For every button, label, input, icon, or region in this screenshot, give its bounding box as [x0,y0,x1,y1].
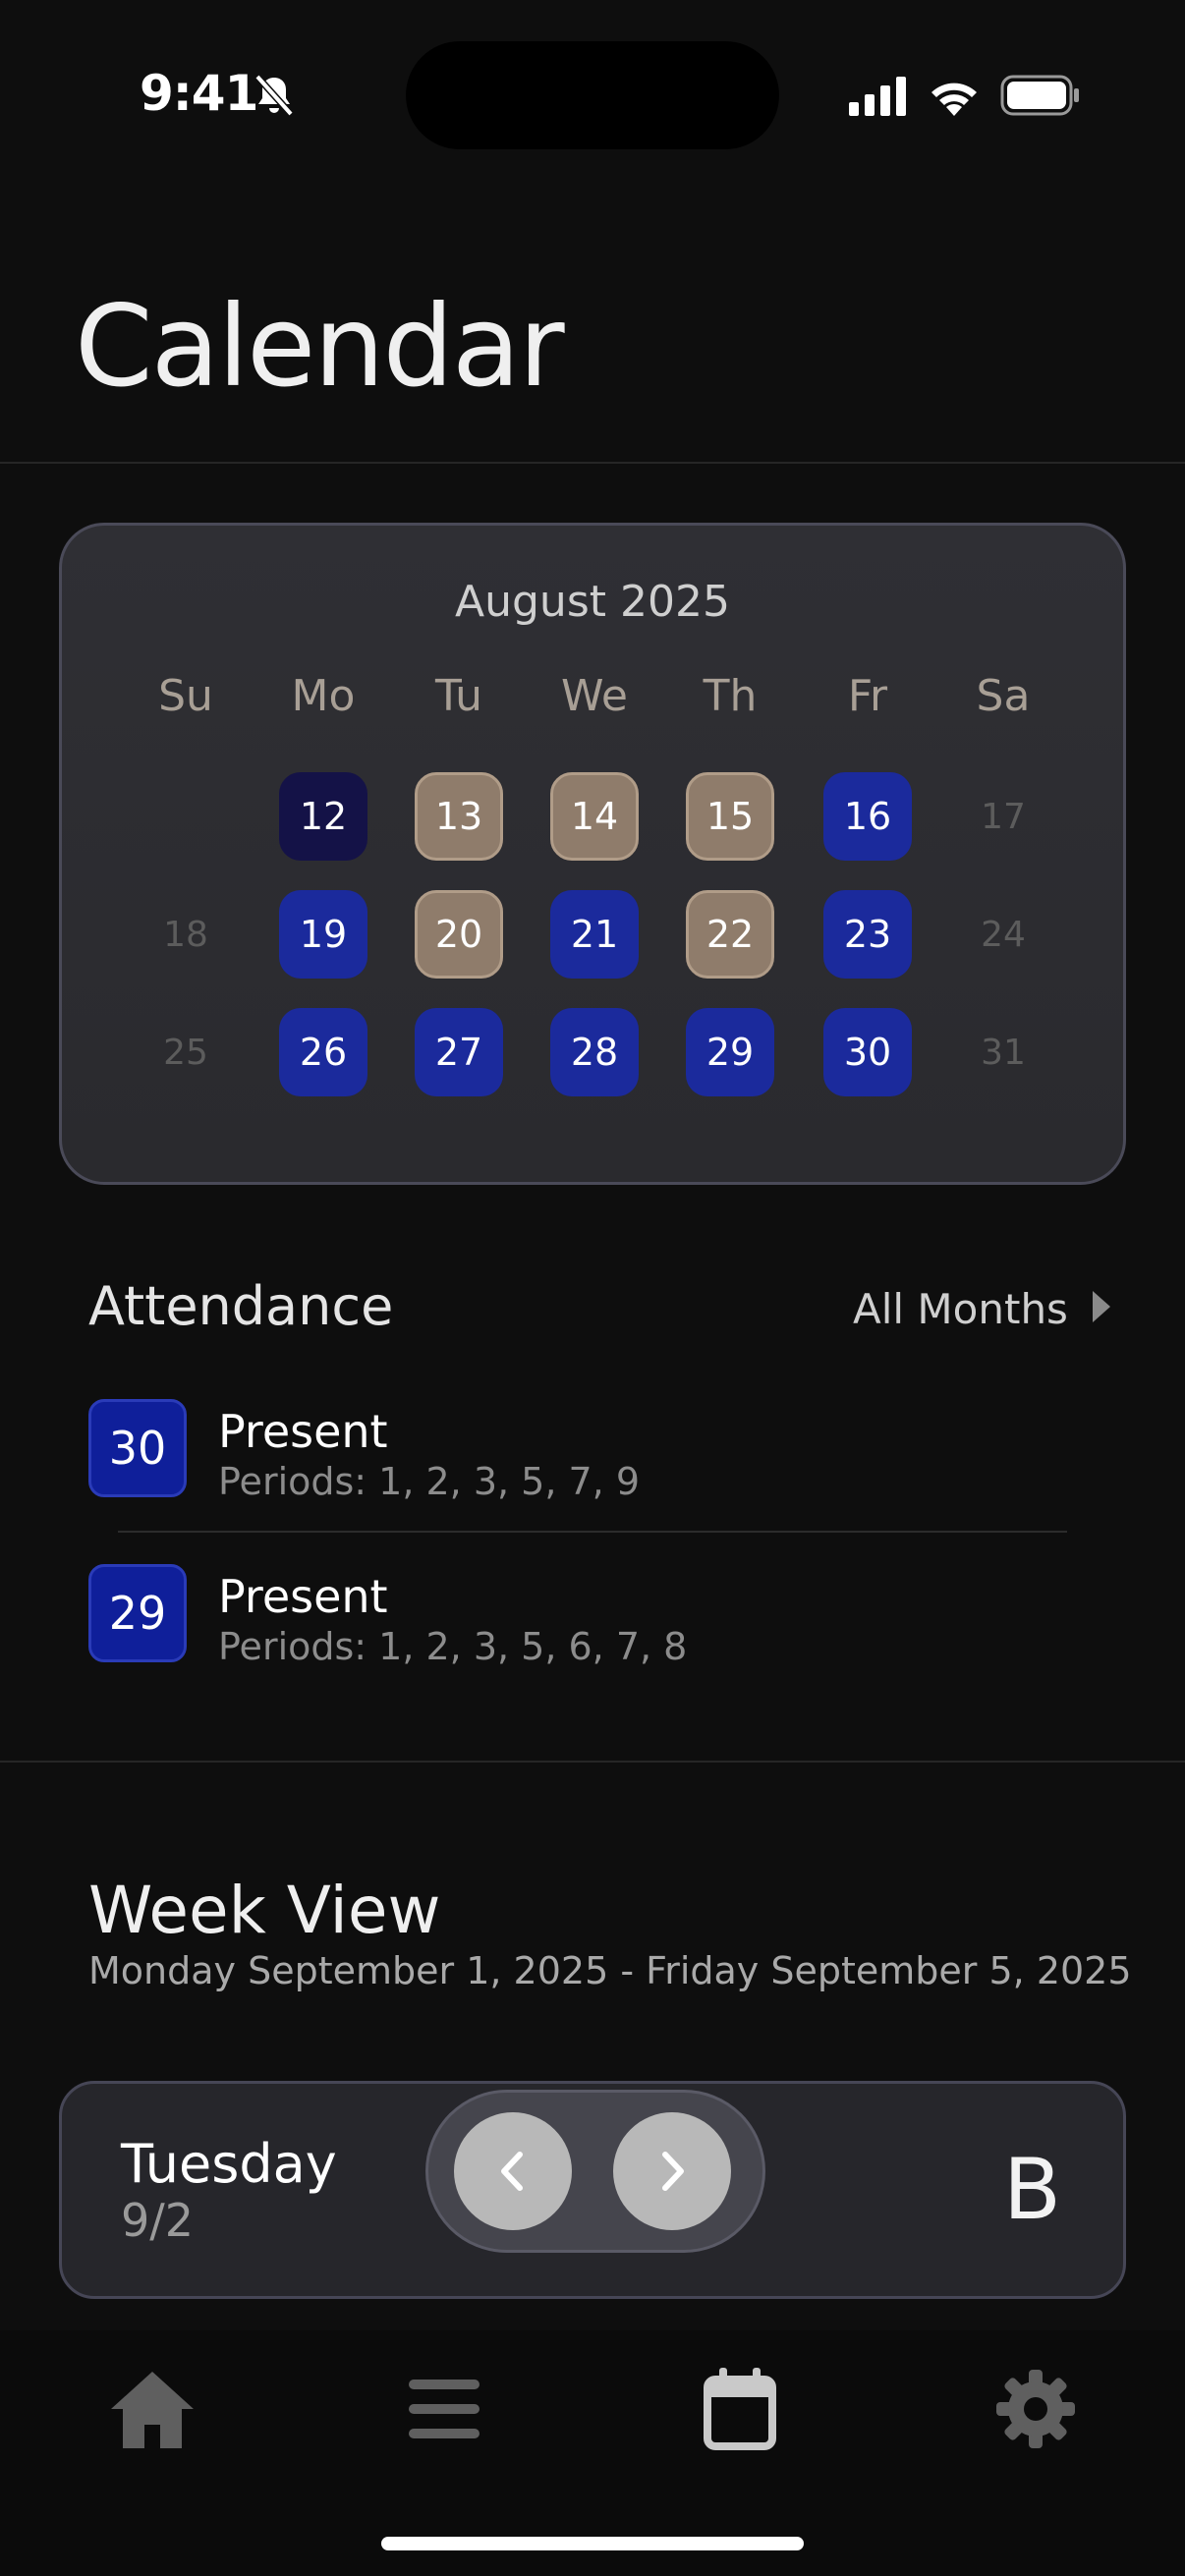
bell-muted-icon [254,74,294,117]
attendance-day-badge: 30 [88,1399,187,1497]
weekday-label: We [561,671,628,721]
calendar-day[interactable]: 20 [415,890,503,979]
weekday-label: Tu [434,671,483,721]
weekday-label: Fr [847,671,888,721]
attendance-periods: Periods: 1, 2, 3, 5, 6, 7, 8 [218,1625,688,1668]
calendar-day[interactable]: 23 [823,890,912,979]
tab-home[interactable] [103,2360,201,2458]
attendance-title: Attendance [88,1275,394,1337]
dynamic-island [406,41,779,149]
tab-settings[interactable] [987,2360,1085,2458]
tab-calendar[interactable] [691,2360,789,2458]
calendar-day[interactable]: 15 [686,772,774,861]
month-calendar: August 2025 Su Mo Tu We Th Fr Sa 12 13 14 15 16 17 18… [59,523,1126,1185]
week-day-name: Tuesday [121,2133,337,2195]
chevron-right-icon[interactable] [1093,1291,1110,1322]
calendar-day-weekend: 18 [163,914,208,955]
attendance-separator [118,1531,1067,1533]
tab-menu[interactable] [395,2360,493,2458]
calendar-day[interactable]: 19 [279,890,367,979]
calendar-day[interactable]: 21 [550,890,639,979]
calendar-day-weekend: 24 [981,914,1026,955]
calendar-day[interactable]: 28 [550,1008,639,1096]
calendar-day[interactable]: 14 [550,772,639,861]
day-rotation-letter: B [1003,2141,1061,2239]
next-day-button[interactable] [613,2112,731,2230]
week-view-title: Week View [88,1873,441,1948]
weekday-label: Su [158,671,213,721]
calendar-day-weekend: 31 [981,1032,1026,1073]
calendar-day[interactable]: 22 [686,890,774,979]
week-range: Monday September 1, 2025 - Friday Septem… [88,1949,1132,1992]
chevron-left-icon [501,2152,523,2191]
status-time: 9:41 [140,65,258,122]
week-day-card: Tuesday 9/2 B [59,2081,1126,2299]
calendar-icon [704,2368,776,2450]
attendance-periods: Periods: 1, 2, 3, 5, 7, 9 [218,1460,641,1503]
calendar-day[interactable]: 12 [279,772,367,861]
week-day-date: 9/2 [121,2194,195,2247]
calendar-day[interactable]: 29 [686,1008,774,1096]
section-divider [0,1761,1185,1763]
calendar-day[interactable]: 30 [823,1008,912,1096]
battery-icon [1000,75,1079,116]
attendance-status: Present [218,1570,388,1623]
calendar-day-weekend: 25 [163,1032,208,1073]
home-indicator[interactable] [381,2537,804,2550]
calendar-day[interactable]: 16 [823,772,912,861]
weekday-label: Th [703,671,758,721]
previous-day-button[interactable] [454,2112,572,2230]
chevron-right-icon [662,2152,684,2191]
attendance-day-badge: 29 [88,1564,187,1662]
gear-icon [996,2370,1075,2448]
day-navigation [425,2090,765,2253]
attendance-status: Present [218,1405,388,1458]
calendar-day[interactable]: 13 [415,772,503,861]
calendar-month-label: August 2025 [455,577,730,627]
weekday-label: Mo [291,671,356,721]
cellular-signal-icon [849,77,906,116]
wifi-icon [931,83,977,116]
calendar-day[interactable]: 26 [279,1008,367,1096]
calendar-day-weekend: 17 [981,796,1026,837]
home-icon [111,2372,194,2448]
menu-icon [409,2380,480,2438]
header-divider [0,462,1185,464]
page-title: Calendar [75,281,565,412]
all-months-link[interactable]: All Months [853,1285,1068,1333]
weekday-label: Sa [976,671,1031,721]
calendar-day[interactable]: 27 [415,1008,503,1096]
